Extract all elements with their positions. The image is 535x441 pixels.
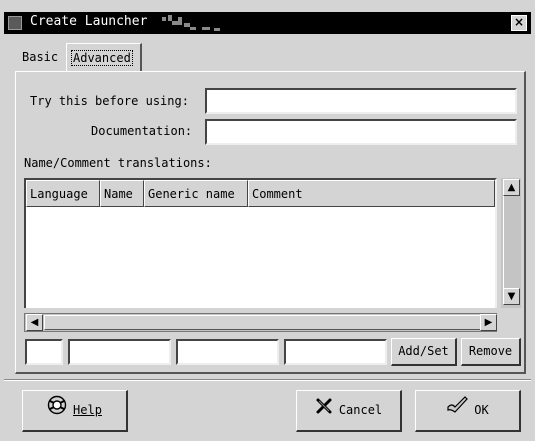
help-button[interactable]: Help <box>22 390 128 432</box>
try-before-label: Try this before using: <box>30 94 189 108</box>
close-button[interactable]: × <box>511 15 527 31</box>
name-entry[interactable] <box>68 339 171 365</box>
table-vertical-scrollbar[interactable]: ▲ ▼ <box>501 178 521 308</box>
add-set-label: Add/Set <box>398 344 449 358</box>
table-horizontal-scrollbar[interactable]: ◀ ▶ <box>24 313 497 332</box>
window-menu-icon[interactable] <box>8 16 22 30</box>
window-title: Create Launcher <box>30 14 148 29</box>
add-set-button[interactable]: Add/Set <box>391 338 457 366</box>
column-header-generic-name[interactable]: Generic name <box>144 180 248 207</box>
cancel-button[interactable]: Cancel <box>296 390 402 432</box>
comment-entry[interactable] <box>284 339 387 365</box>
remove-label: Remove <box>468 344 513 358</box>
create-launcher-dialog: Create Launcher × Basic Advanced Try thi… <box>0 0 535 441</box>
translations-label: Name/Comment translations: <box>24 156 212 170</box>
footer-separator <box>4 379 531 381</box>
documentation-label: Documentation: <box>91 124 193 138</box>
documentation-input[interactable] <box>205 119 517 145</box>
title-bar-texture <box>162 15 232 31</box>
scroll-up-arrow-icon[interactable]: ▲ <box>503 179 520 196</box>
column-header-name[interactable]: Name <box>100 180 144 207</box>
column-header-comment[interactable]: Comment <box>248 180 495 207</box>
language-entry[interactable] <box>25 339 63 365</box>
tab-advanced[interactable]: Advanced <box>66 43 142 71</box>
horizontal-scroll-thumb[interactable] <box>44 315 482 330</box>
scroll-down-arrow-icon[interactable]: ▼ <box>503 288 520 305</box>
remove-button[interactable]: Remove <box>461 338 521 366</box>
scroll-right-arrow-icon[interactable]: ▶ <box>480 314 497 331</box>
lifebuoy-icon <box>47 392 67 430</box>
checkmark-hand-icon <box>446 392 469 430</box>
scroll-left-arrow-icon[interactable]: ◀ <box>26 314 43 331</box>
column-header-language[interactable]: Language <box>26 180 100 207</box>
vertical-scroll-trough[interactable] <box>503 196 519 288</box>
ok-label: OK <box>474 403 489 417</box>
cancel-label: Cancel <box>338 403 383 417</box>
help-text: Help <box>73 403 102 417</box>
tab-advanced-label: Advanced <box>71 50 133 66</box>
translations-table[interactable]: Language Name Generic name Comment <box>24 178 497 308</box>
ok-button[interactable]: OK <box>415 390 521 432</box>
try-before-input[interactable] <box>205 88 517 114</box>
title-bar[interactable]: Create Launcher × <box>4 12 531 34</box>
help-label: Help <box>73 403 102 417</box>
cancel-x-icon <box>315 392 333 430</box>
tab-basic[interactable]: Basic <box>18 45 62 69</box>
generic-name-entry[interactable] <box>176 339 279 365</box>
